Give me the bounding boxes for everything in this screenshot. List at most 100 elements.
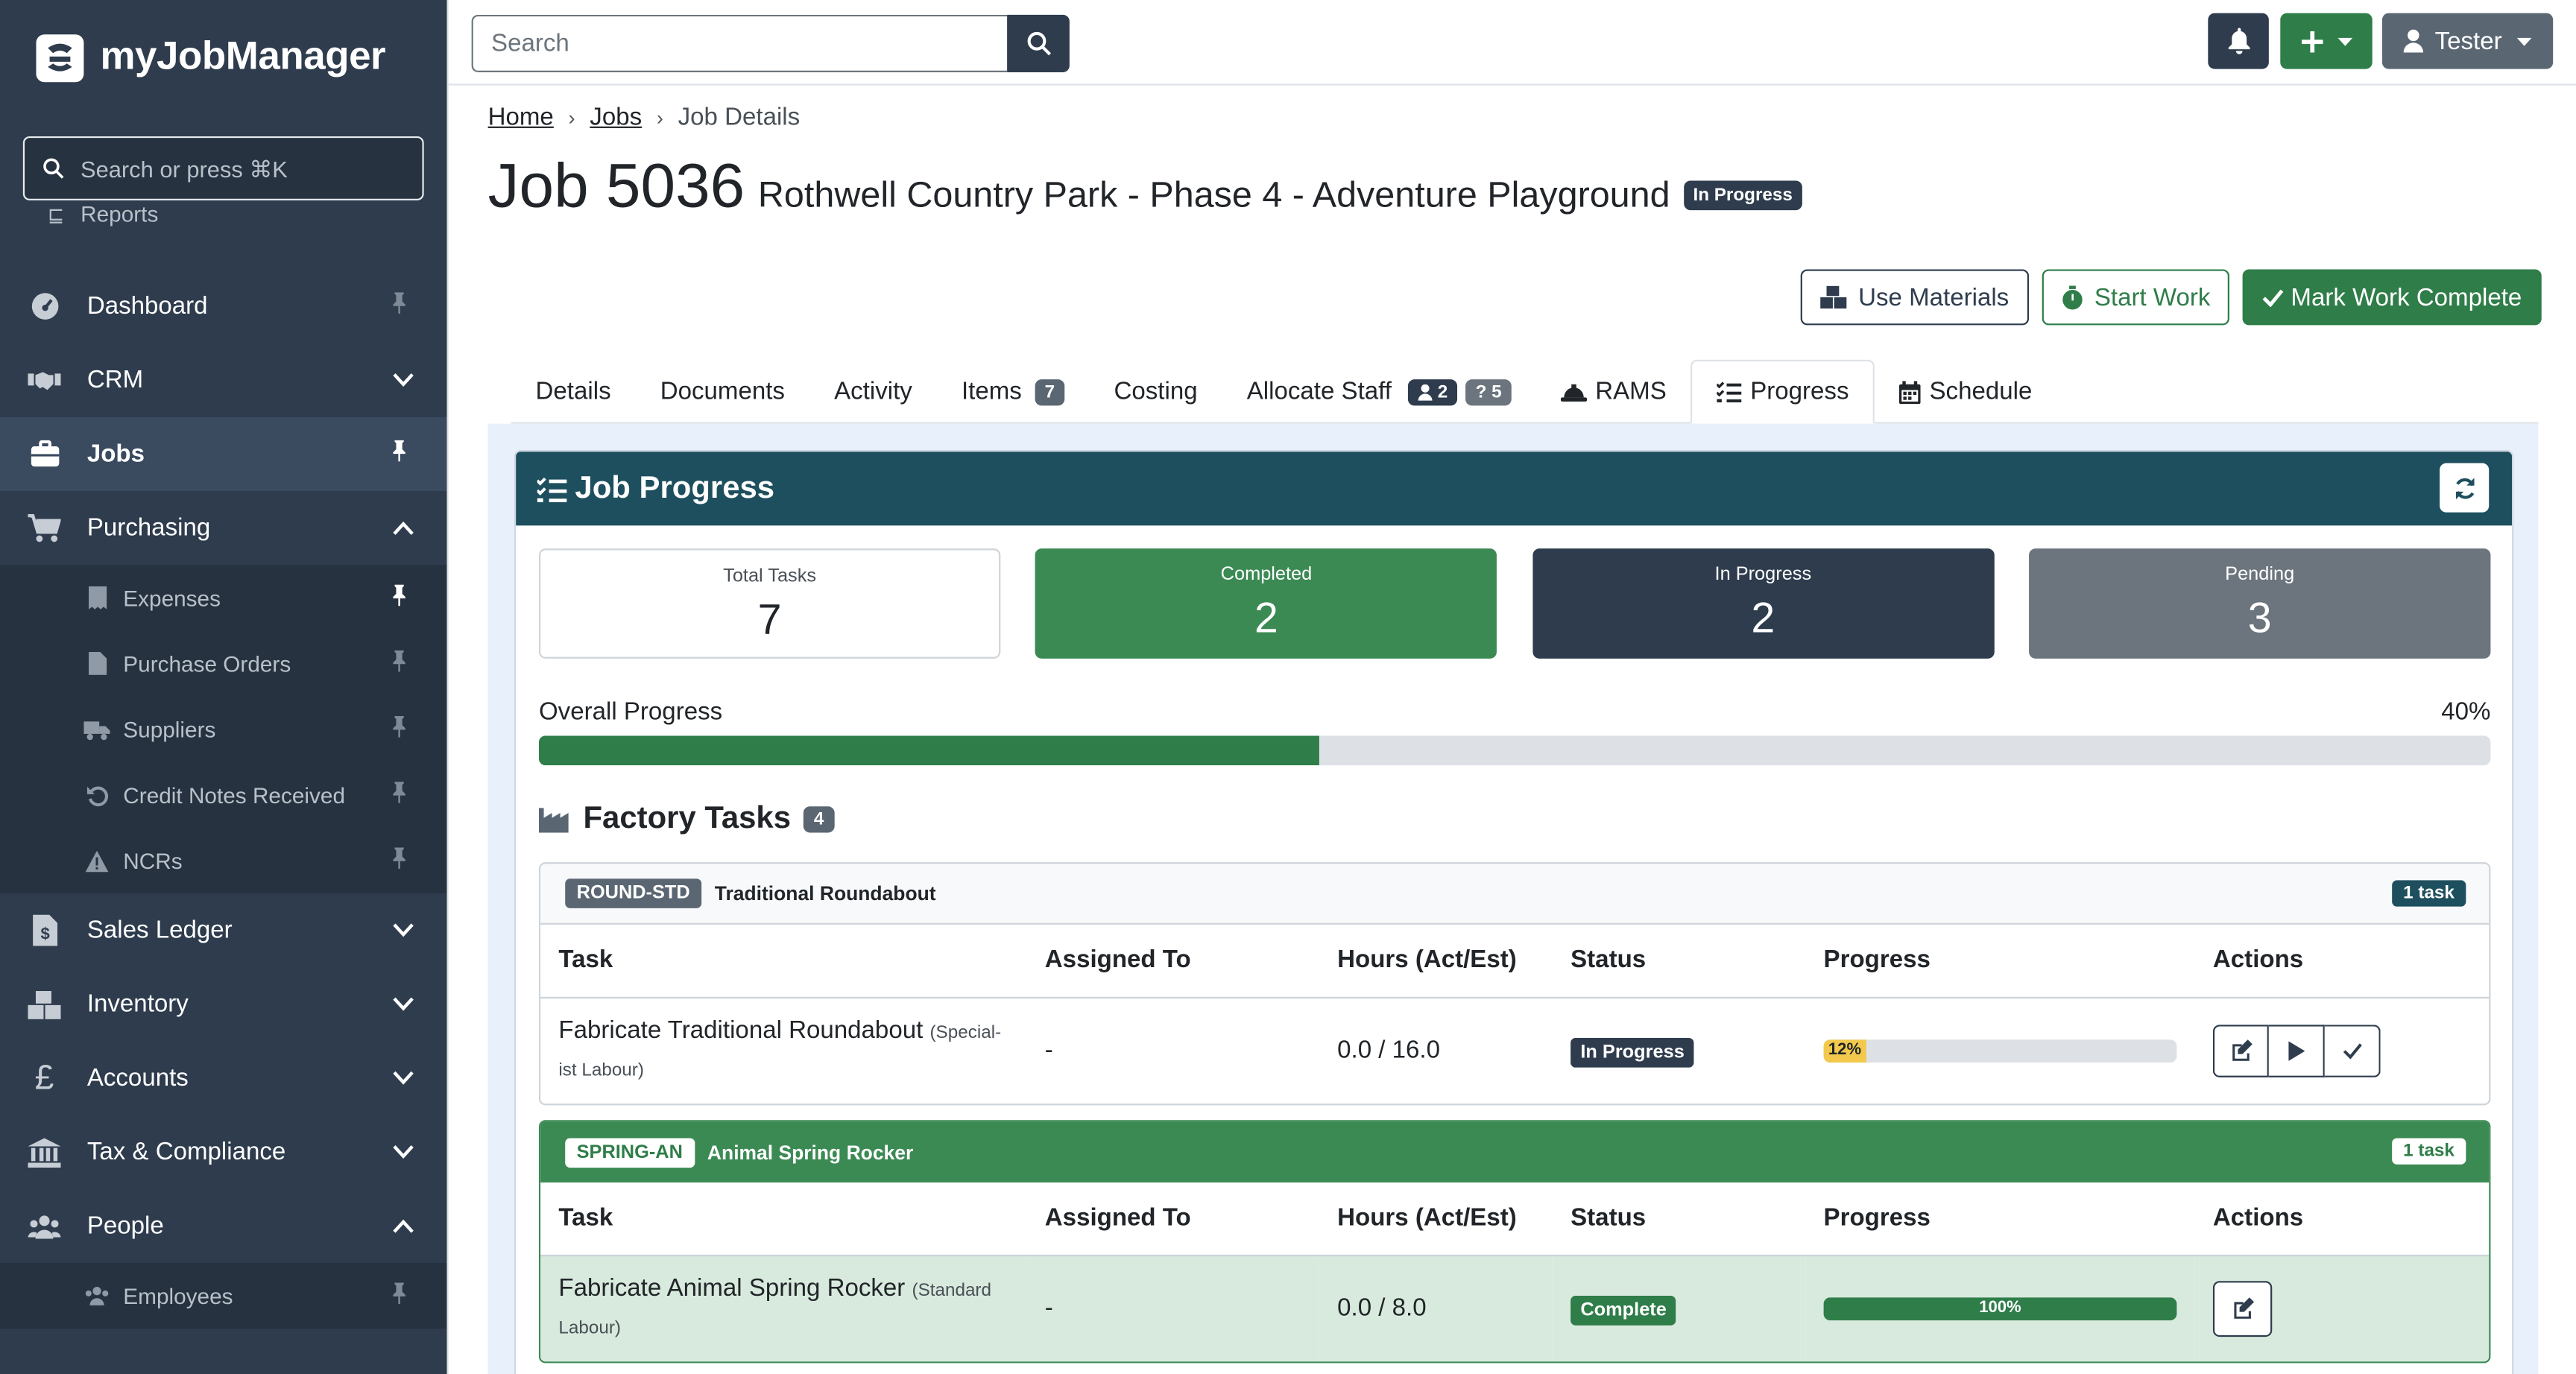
sidebar-item-inventory[interactable]: Inventory — [0, 967, 447, 1041]
column-header: Progress — [1805, 924, 2195, 998]
sidebar-search-input[interactable] — [80, 155, 409, 182]
tab-items[interactable]: Items 7 — [937, 360, 1090, 424]
bank-icon — [28, 1136, 61, 1168]
edit-icon — [2233, 1297, 2253, 1320]
sidebar-item-label: Jobs — [86, 440, 145, 469]
stopwatch-icon — [2062, 285, 2083, 309]
overall-progress-label: Overall Progress — [538, 697, 723, 726]
pound-icon: £ — [34, 1058, 54, 1097]
sidebar-item-sales-ledger[interactable]: $ Sales Ledger — [0, 893, 447, 967]
pin-icon[interactable] — [391, 1282, 408, 1308]
job-tabs: Details Documents Activity Items 7 Costi… — [511, 359, 2539, 424]
user-menu-button[interactable]: Tester — [2381, 13, 2554, 69]
sidebar-item-purchasing[interactable]: Purchasing — [0, 491, 447, 565]
sidebar-item-people[interactable]: People — [0, 1189, 447, 1263]
create-new-button[interactable] — [2280, 13, 2373, 69]
pin-icon[interactable] — [391, 782, 408, 808]
chevron-down-icon — [393, 1138, 414, 1165]
start-work-button[interactable]: Start Work — [2042, 269, 2230, 326]
caret-down-icon — [2516, 37, 2532, 45]
column-header: Task — [540, 924, 1027, 998]
sidebar-item-credit-notes[interactable]: Credit Notes Received — [0, 762, 447, 828]
start-task-button[interactable] — [2268, 1024, 2325, 1077]
sidebar: myJobManager ⊑ Reports Dashboard CRM — [0, 0, 447, 1374]
tab-allocate-staff[interactable]: Allocate Staff 2 ? 5 — [1222, 360, 1536, 424]
staff-count-badge: 2 — [1408, 379, 1458, 405]
tab-rams[interactable]: RAMS — [1536, 360, 1691, 424]
sidebar-item-label: Sales Ledger — [86, 916, 233, 945]
pin-icon[interactable] — [391, 440, 408, 468]
task-group-spring-an: SPRING-AN Animal Spring Rocker 1 task Ta… — [538, 1120, 2491, 1364]
chevron-up-icon — [393, 1212, 414, 1240]
sidebar-item-tax-compliance[interactable]: Tax & Compliance — [0, 1115, 447, 1189]
actions-cell — [2194, 1254, 2490, 1362]
stat-label: In Progress — [1714, 565, 1812, 585]
tab-documents[interactable]: Documents — [636, 360, 809, 424]
task-name: Fabricate Traditional Roundabout — [558, 1016, 924, 1045]
column-header: Hours (Act/Est) — [1319, 1182, 1553, 1256]
job-progress-title: Job Progress — [575, 470, 775, 505]
column-header: Progress — [1805, 1182, 2195, 1256]
tasks-icon — [537, 475, 567, 501]
sidebar-item-ncrs[interactable]: NCRs — [0, 828, 447, 893]
edit-task-button[interactable] — [2212, 1024, 2269, 1077]
tab-label: Schedule — [1929, 377, 2033, 406]
complete-task-button[interactable] — [2324, 1024, 2381, 1077]
stat-label: Total Tasks — [723, 566, 817, 586]
notifications-button[interactable] — [2208, 13, 2269, 69]
status-badge: In Progress — [1570, 1038, 1695, 1069]
sidebar-item-jobs[interactable]: Jobs — [0, 417, 447, 492]
stat-completed: Completed 2 — [1035, 548, 1497, 659]
warning-icon — [83, 847, 110, 873]
sidebar-item-employees[interactable]: Employees — [0, 1263, 447, 1329]
search-button[interactable] — [1007, 14, 1070, 72]
sidebar-item-suppliers[interactable]: Suppliers — [0, 697, 447, 762]
sidebar-item-purchase-orders[interactable]: Purchase Orders — [0, 630, 447, 696]
tab-costing[interactable]: Costing — [1089, 360, 1222, 424]
tab-progress[interactable]: Progress — [1690, 359, 1875, 424]
staff-count: 2 — [1437, 382, 1448, 402]
pin-icon[interactable] — [391, 292, 408, 320]
mark-work-complete-label: Mark Work Complete — [2291, 283, 2522, 311]
breadcrumb-home-link[interactable]: Home — [488, 104, 554, 131]
topbar: Tester — [448, 0, 2576, 86]
sidebar-item-label: CRM — [86, 366, 144, 394]
mark-work-complete-button[interactable]: Mark Work Complete — [2243, 269, 2542, 326]
main-area: Tester Home › Jobs › Job Details Job 503… — [446, 0, 2576, 1374]
sidebar-search[interactable] — [22, 136, 424, 200]
edit-task-button[interactable] — [2212, 1280, 2273, 1337]
brand-name: myJobManager — [100, 34, 386, 79]
tab-schedule[interactable]: Schedule — [1875, 360, 2057, 424]
sidebar-item-crm[interactable]: CRM — [0, 344, 447, 417]
items-count-badge: 7 — [1035, 379, 1065, 405]
task-progress-fill: 12% — [1823, 1039, 1866, 1063]
pin-icon[interactable] — [391, 715, 408, 742]
pin-icon[interactable] — [391, 584, 408, 611]
pin-icon[interactable] — [391, 847, 408, 873]
sidebar-item-reports[interactable]: ⊑ Reports — [0, 197, 447, 227]
job-progress-card: Job Progress Total Tasks 7 Completed 2 I… — [514, 449, 2514, 1374]
search-input[interactable] — [471, 14, 1008, 72]
sidebar-item-label: Expenses — [123, 585, 221, 610]
search-icon — [43, 158, 64, 179]
sidebar-item-expenses[interactable]: Expenses — [0, 565, 447, 630]
brand[interactable]: myJobManager — [0, 0, 447, 115]
stat-value: 2 — [1254, 592, 1278, 642]
breadcrumb: Home › Jobs › Job Details — [488, 104, 2542, 131]
chevron-down-icon — [393, 990, 414, 1018]
use-materials-button[interactable]: Use Materials — [1800, 269, 2029, 326]
hours-cell: 0.0 / 8.0 — [1319, 1254, 1553, 1362]
pin-icon[interactable] — [391, 650, 408, 677]
task-progress-bar: 100% — [1823, 1297, 2177, 1320]
breadcrumb-jobs-link[interactable]: Jobs — [590, 104, 642, 131]
table-header-row: Task Assigned To Hours (Act/Est) Status … — [540, 1182, 2490, 1256]
refresh-button[interactable] — [2440, 463, 2490, 513]
sidebar-item-dashboard[interactable]: Dashboard — [0, 269, 447, 343]
status-cell: Complete — [1552, 1254, 1806, 1362]
tab-details[interactable]: Details — [511, 360, 635, 424]
factory-tasks-heading: Factory Tasks 4 — [538, 802, 834, 838]
tab-activity[interactable]: Activity — [809, 360, 937, 424]
sidebar-item-accounts[interactable]: £ Accounts — [0, 1041, 447, 1115]
cart-icon — [28, 512, 61, 545]
check-icon — [2263, 288, 2285, 307]
